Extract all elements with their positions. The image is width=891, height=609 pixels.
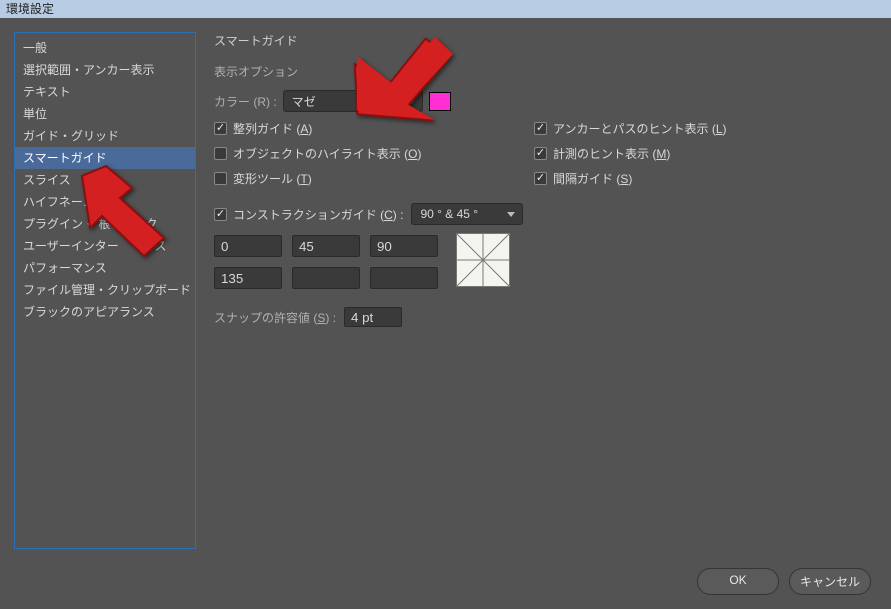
angle-input-4[interactable] xyxy=(292,267,360,289)
ok-button[interactable]: OK xyxy=(697,568,779,595)
sidebar-item-guides-grid[interactable]: ガイド・グリッド xyxy=(15,125,195,147)
sidebar-item-file-handling[interactable]: ファイル管理・クリップボード xyxy=(15,279,195,301)
angle-input-0[interactable] xyxy=(214,235,282,257)
alignment-guides-check[interactable]: 整列ガイド (A) xyxy=(214,120,534,137)
snap-label: スナップの許容値 (S) : xyxy=(214,309,336,326)
sidebar-item-user-interface[interactable]: ユーザーインター イス xyxy=(15,235,195,257)
cancel-button[interactable]: キャンセル xyxy=(789,568,871,595)
angle-input-grid xyxy=(214,235,438,289)
color-select[interactable]: マゼ xyxy=(283,90,423,112)
measurement-hint-check[interactable]: 計測のヒント表示 (M) xyxy=(534,145,873,162)
construction-angle-select[interactable]: 90 ° & 45 ° xyxy=(411,203,523,225)
sidebar-item-general[interactable]: 一般 xyxy=(15,37,195,59)
sidebar-item-units[interactable]: 単位 xyxy=(15,103,195,125)
spacing-guides-check[interactable]: 間隔ガイド (S) xyxy=(534,170,873,187)
main-panel: スマートガイド 表示オプション カラー (R) : マゼ 整列ガイド (A) ア… xyxy=(210,32,877,549)
checkbox-icon xyxy=(214,208,227,221)
sidebar-item-plugins-scratch[interactable]: プラグイン・ 根ディスク xyxy=(15,213,195,235)
display-options-group: 表示オプション カラー (R) : マゼ 整列ガイド (A) アンカーとパスのヒ… xyxy=(214,63,873,289)
display-options-title: 表示オプション xyxy=(214,63,873,80)
angle-section xyxy=(214,235,873,289)
check-label: 間隔ガイド (S) xyxy=(553,170,632,187)
sidebar-item-black-appearance[interactable]: ブラックのアピアランス xyxy=(15,301,195,323)
object-highlight-check[interactable]: オブジェクトのハイライト表示 (O) xyxy=(214,145,534,162)
checkbox-icon xyxy=(214,172,227,185)
sidebar-item-hyphenation[interactable]: ハイフネー… xyxy=(15,191,195,213)
check-label: コンストラクションガイド (C) : xyxy=(233,206,403,223)
sidebar-item-slices[interactable]: スライス xyxy=(15,169,195,191)
checkbox-icon xyxy=(534,122,547,135)
angle-input-5[interactable] xyxy=(370,267,438,289)
color-label: カラー (R) : xyxy=(214,93,277,110)
sidebar-item-performance[interactable]: パフォーマンス xyxy=(15,257,195,279)
angle-preview-icon xyxy=(456,233,510,287)
transform-tools-check[interactable]: 変形ツール (T) xyxy=(214,170,534,187)
check-label: 計測のヒント表示 (M) xyxy=(553,145,670,162)
snap-tolerance-row: スナップの許容値 (S) : xyxy=(214,307,873,327)
color-swatch[interactable] xyxy=(429,92,451,111)
category-sidebar: 一般 選択範囲・アンカー表示 テキスト 単位 ガイド・グリッド スマートガイド … xyxy=(14,32,196,549)
dialog-footer: OK キャンセル xyxy=(697,568,871,595)
checkbox-icon xyxy=(214,122,227,135)
anchor-path-hint-check[interactable]: アンカーとパスのヒント表示 (L) xyxy=(534,120,873,137)
sidebar-item-text[interactable]: テキスト xyxy=(15,81,195,103)
construction-guides-row: コンストラクションガイド (C) : 90 ° & 45 ° xyxy=(214,203,873,225)
window-titlebar: 環境設定 xyxy=(0,0,891,18)
sidebar-item-selection-anchor[interactable]: 選択範囲・アンカー表示 xyxy=(15,59,195,81)
checkbox-icon xyxy=(214,147,227,160)
window-title: 環境設定 xyxy=(6,2,54,16)
angle-input-1[interactable] xyxy=(292,235,360,257)
angle-input-3[interactable] xyxy=(214,267,282,289)
checkbox-icon xyxy=(534,147,547,160)
check-label: アンカーとパスのヒント表示 (L) xyxy=(553,120,727,137)
check-label: オブジェクトのハイライト表示 (O) xyxy=(233,145,421,162)
construction-guides-check[interactable]: コンストラクションガイド (C) : xyxy=(214,206,403,223)
angle-input-2[interactable] xyxy=(370,235,438,257)
color-row: カラー (R) : マゼ xyxy=(214,90,873,112)
checkbox-icon xyxy=(534,172,547,185)
snap-tolerance-input[interactable] xyxy=(344,307,402,327)
checkbox-grid: 整列ガイド (A) アンカーとパスのヒント表示 (L) オブジェクトのハイライト… xyxy=(214,120,873,187)
panel-title: スマートガイド xyxy=(214,32,873,49)
check-label: 変形ツール (T) xyxy=(233,170,312,187)
sidebar-item-smart-guides[interactable]: スマートガイド xyxy=(15,147,195,169)
check-label: 整列ガイド (A) xyxy=(233,120,312,137)
dialog-content: 一般 選択範囲・アンカー表示 テキスト 単位 ガイド・グリッド スマートガイド … xyxy=(0,18,891,563)
